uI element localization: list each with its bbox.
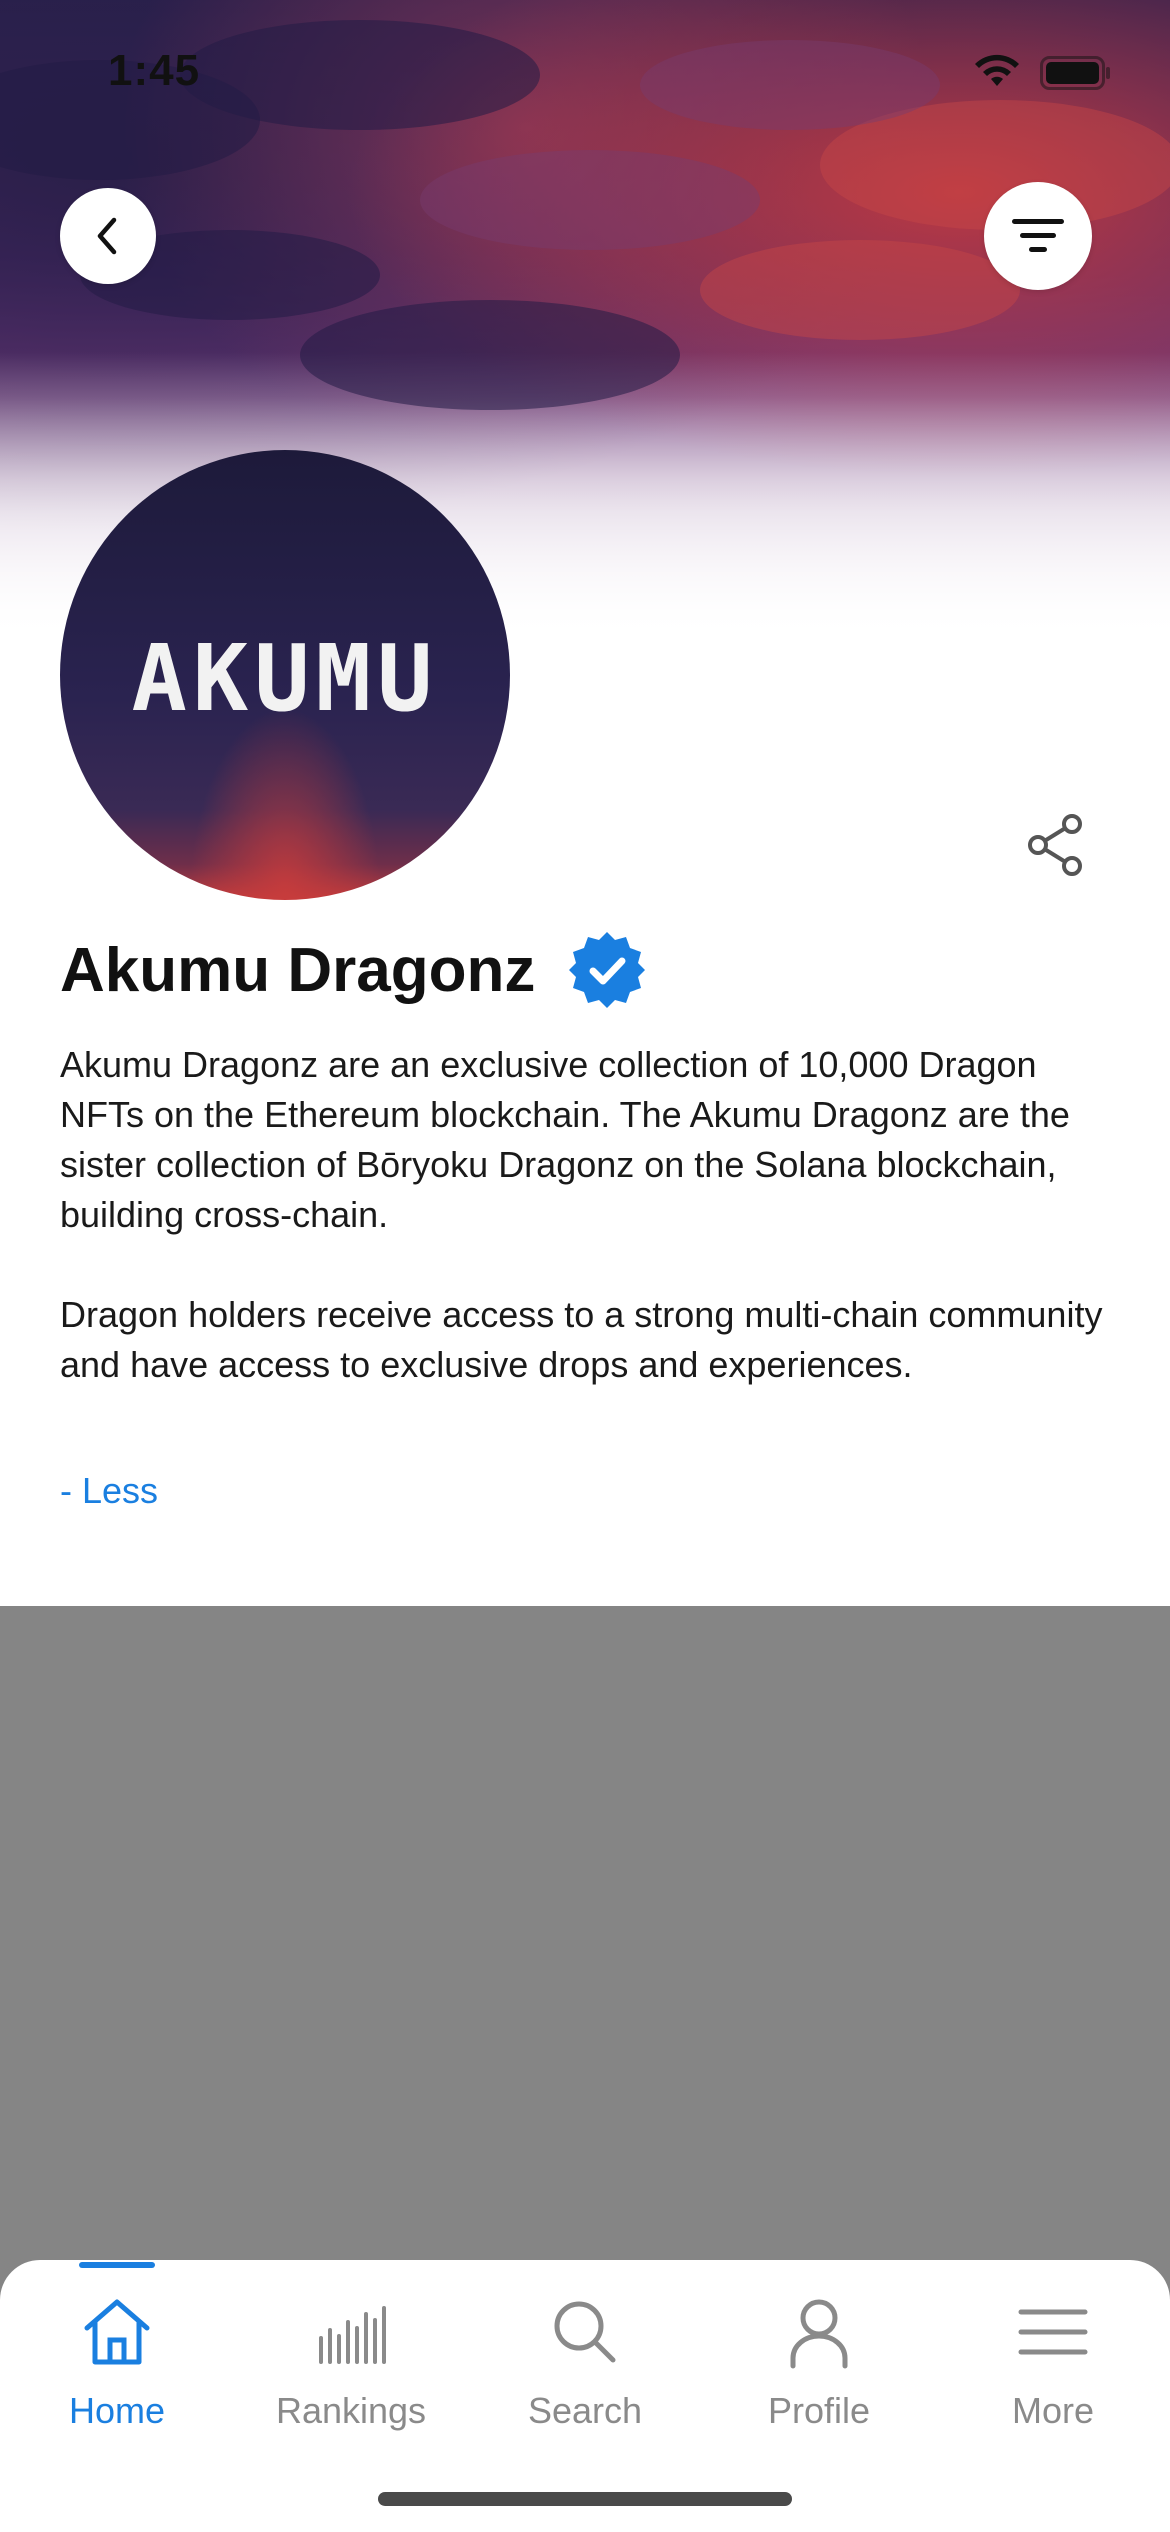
collection-name: Akumu Dragonz	[60, 935, 536, 1005]
menu-icon	[1018, 2309, 1088, 2355]
tab-profile-label: Profile	[767, 2390, 871, 2431]
tab-profile[interactable]: Profile	[702, 2260, 936, 2450]
tab-search[interactable]: Search	[468, 2260, 702, 2450]
share-icon[interactable]	[1024, 812, 1086, 878]
tab-more-label: More	[1011, 2390, 1095, 2431]
tab-rankings-label: Rankings	[275, 2390, 427, 2431]
avatar-logo-text: AKUMU	[131, 625, 439, 732]
status-bar: 1:45	[0, 0, 1170, 140]
tab-more[interactable]: More	[936, 2260, 1170, 2450]
status-time: 1:45	[108, 46, 201, 95]
tab-home[interactable]: Home	[0, 2260, 234, 2450]
filter-button[interactable]	[984, 182, 1092, 290]
description-paragraph: Akumu Dragonz are an exclusive collectio…	[60, 1044, 1070, 1235]
collection-title-row: Akumu Dragonz	[60, 928, 649, 1012]
verified-badge-icon	[569, 932, 646, 1008]
show-less-link[interactable]: - Less	[60, 1470, 158, 1512]
profile-icon	[790, 2299, 848, 2369]
tab-rankings[interactable]: Rankings	[234, 2260, 468, 2450]
home-indicator	[378, 2492, 792, 2506]
back-button[interactable]	[60, 188, 156, 284]
search-icon	[554, 2301, 616, 2363]
wifi-icon	[975, 54, 1019, 86]
description-paragraph: Dragon holders receive access to a stron…	[60, 1294, 1103, 1385]
collection-screen: 1:45 AKUMU Akumu Dragonz Akumu Dragonz a…	[0, 0, 1170, 2532]
active-tab-indicator	[79, 2262, 155, 2268]
tab-search-label: Search	[527, 2390, 643, 2431]
home-icon	[84, 2299, 150, 2365]
tab-home-label: Home	[68, 2390, 166, 2431]
filter-icon	[1012, 219, 1064, 252]
battery-icon	[1040, 56, 1110, 90]
rankings-icon	[319, 2306, 386, 2364]
chevron-left-icon	[97, 217, 117, 255]
collection-description: Akumu Dragonz are an exclusive collectio…	[60, 1040, 1120, 1390]
collection-avatar: AKUMU	[60, 450, 510, 900]
